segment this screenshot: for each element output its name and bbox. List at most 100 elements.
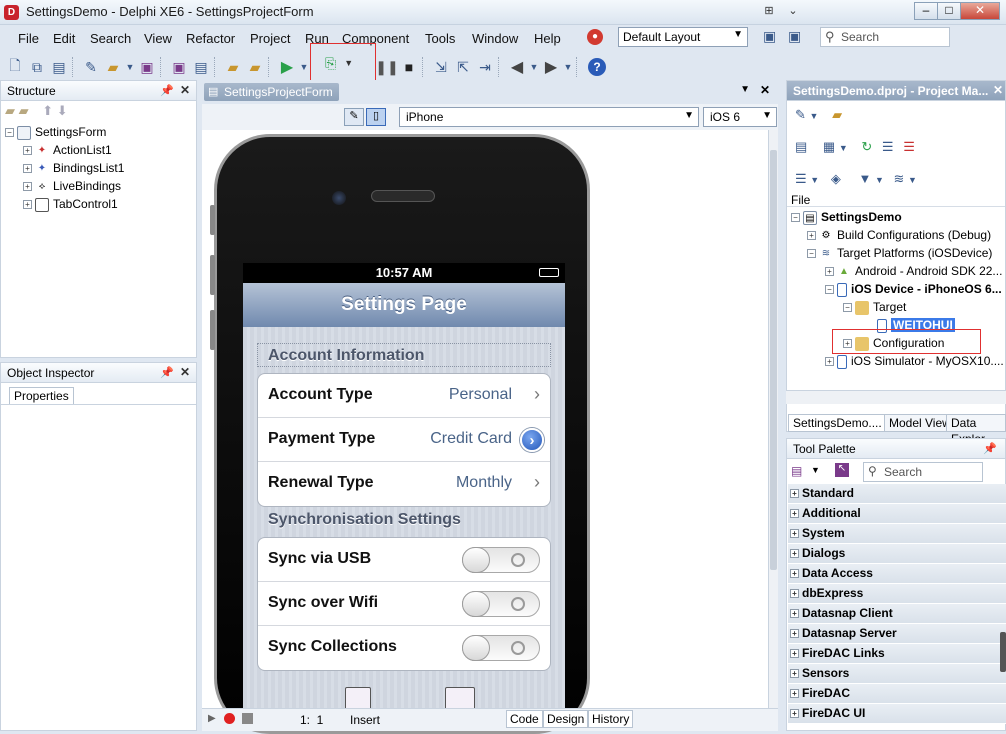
dependencies-icon[interactable]: ◈ bbox=[831, 171, 841, 186]
tree-item[interactable]: − iOS Device - iPhoneOS 6... bbox=[791, 280, 1005, 298]
palette-category[interactable]: + Datasnap Client bbox=[788, 604, 1006, 624]
set-layout-icon[interactable]: ▣ bbox=[788, 28, 808, 46]
palette-scroll-thumb[interactable] bbox=[1000, 632, 1006, 672]
menu-file[interactable]: File bbox=[18, 31, 39, 46]
tab-data-explorer[interactable]: Data Explor bbox=[946, 414, 1006, 446]
row-account-type[interactable]: Account Type Personal › bbox=[258, 374, 550, 418]
menu-view[interactable]: View bbox=[144, 31, 172, 46]
tree-item-root[interactable]: − SettingsForm bbox=[5, 123, 196, 141]
save-icon[interactable]: ▣ bbox=[136, 56, 158, 78]
menu-edit[interactable]: Edit bbox=[53, 31, 75, 46]
cursor-icon[interactable]: ↖ bbox=[835, 463, 849, 477]
layout-icon[interactable]: ● bbox=[587, 29, 603, 45]
tree-item[interactable]: + ⚙ Build Configurations (Debug) bbox=[791, 226, 1005, 244]
palette-category[interactable]: + Sensors bbox=[788, 664, 1006, 684]
expand-icon[interactable]: + bbox=[790, 549, 799, 559]
expand-all-icon[interactable]: ☰ bbox=[882, 139, 894, 154]
expand-icon[interactable]: + bbox=[790, 569, 799, 579]
scrollbar-thumb[interactable] bbox=[770, 150, 777, 570]
tab-history[interactable]: History bbox=[588, 710, 634, 728]
pin-icon[interactable]: 📌 bbox=[160, 84, 174, 97]
palette-category[interactable]: + Standard bbox=[788, 484, 1006, 504]
list-icon[interactable]: ☰ bbox=[795, 171, 807, 186]
collapse-icon[interactable]: − bbox=[825, 285, 834, 295]
maximize-button[interactable]: □ bbox=[937, 2, 961, 20]
device-view-icon[interactable]: ▯ bbox=[366, 108, 386, 126]
tab-settingsprojectform[interactable]: ▤ SettingsProjectForm bbox=[204, 83, 339, 101]
palette-category[interactable]: + FireDAC Links bbox=[788, 644, 1006, 664]
expand-icon[interactable]: + bbox=[825, 267, 834, 277]
collapse-icon[interactable]: − bbox=[843, 303, 852, 313]
expand-icon[interactable]: + bbox=[790, 489, 799, 499]
close-icon[interactable]: ✕ bbox=[180, 365, 190, 379]
collapse-icon[interactable]: − bbox=[807, 249, 816, 259]
os-select[interactable]: iOS 6 ▼ bbox=[703, 107, 777, 127]
chevron-down-icon[interactable]: ▼ bbox=[124, 56, 136, 78]
chevron-down-icon[interactable]: ▼ bbox=[908, 175, 917, 185]
expand-icon[interactable]: + bbox=[790, 529, 799, 539]
new-items-icon[interactable]: ✎ bbox=[80, 56, 102, 78]
tree-item[interactable]: − ≋ Target Platforms (iOSDevice) bbox=[791, 244, 1005, 262]
add-folder-icon[interactable]: ▰ bbox=[832, 107, 842, 122]
remove-from-project-icon[interactable]: ▰ bbox=[244, 56, 266, 78]
new-project-icon[interactable]: ✎ bbox=[795, 107, 806, 122]
sync-collections-switch[interactable] bbox=[462, 635, 540, 661]
form-icon[interactable]: ▣ bbox=[168, 56, 190, 78]
chevron-down-icon[interactable]: ▼ bbox=[810, 175, 819, 185]
menu-project[interactable]: Project bbox=[250, 31, 290, 46]
disclosure-button-icon[interactable]: › bbox=[520, 428, 544, 452]
back-icon[interactable]: ◀ bbox=[506, 56, 528, 78]
trace-into-icon[interactable]: ⇲ bbox=[430, 56, 452, 78]
palette-search-input[interactable]: ⚲ Search bbox=[863, 462, 983, 482]
expand-icon[interactable]: + bbox=[825, 357, 834, 367]
menu-tools[interactable]: Tools bbox=[425, 31, 455, 46]
tab-properties[interactable]: Properties bbox=[9, 387, 74, 404]
sync-usb-switch[interactable] bbox=[462, 547, 540, 573]
tree-item[interactable]: + ✦ BindingsList1 bbox=[5, 159, 196, 177]
folder-icon[interactable]: ▰ bbox=[5, 103, 15, 118]
palette-category[interactable]: + Dialogs bbox=[788, 544, 1006, 564]
stop-icon[interactable]: ■ bbox=[398, 56, 420, 78]
copy-file-icon[interactable]: ⧉ bbox=[26, 56, 48, 78]
tab-project[interactable]: SettingsDemo.... bbox=[788, 414, 887, 432]
chevron-down-icon[interactable]: ▼ bbox=[875, 175, 884, 185]
close-icon[interactable]: ✕ bbox=[760, 83, 770, 97]
tree-item[interactable]: + iOS Simulator - MyOSX10.... bbox=[791, 352, 1005, 370]
save-file-icon[interactable]: ▤ bbox=[48, 56, 70, 78]
horizontal-scrollbar[interactable] bbox=[786, 390, 1006, 404]
expand-icon[interactable]: + bbox=[790, 629, 799, 639]
chevron-down-icon[interactable]: ▼ bbox=[740, 84, 750, 95]
vertical-scrollbar[interactable] bbox=[768, 130, 778, 708]
run-icon[interactable]: ▶ bbox=[276, 56, 298, 78]
categories-icon[interactable]: ▤ bbox=[791, 464, 802, 478]
tree-item[interactable]: − Target bbox=[791, 298, 1005, 316]
expand-icon[interactable]: + bbox=[790, 509, 799, 519]
options-icon[interactable]: ▤ bbox=[795, 139, 807, 154]
collapse-all-icon[interactable]: ☰ bbox=[903, 139, 915, 154]
menu-help[interactable]: Help bbox=[534, 31, 561, 46]
expand-icon[interactable]: ⊞ bbox=[757, 2, 781, 20]
new-file-icon[interactable]: 🗋 bbox=[4, 56, 26, 78]
platforms-icon[interactable]: ≋ bbox=[894, 171, 905, 186]
collapse-icon[interactable]: − bbox=[5, 128, 14, 138]
layout-select[interactable]: Default Layout ▼ bbox=[618, 27, 748, 47]
expand-icon[interactable]: + bbox=[790, 649, 799, 659]
help-icon[interactable]: ? bbox=[588, 58, 606, 76]
tree-item[interactable]: + TabControl1 bbox=[5, 195, 196, 213]
expand-icon[interactable]: + bbox=[790, 609, 799, 619]
run-to-cursor-icon[interactable]: ⇥ bbox=[474, 56, 496, 78]
tree-item[interactable]: + ✦ ActionList1 bbox=[5, 141, 196, 159]
expand-icon[interactable]: + bbox=[790, 689, 799, 699]
tree-item[interactable]: + ⟡ LiveBindings bbox=[5, 177, 196, 195]
arrow-down-icon[interactable]: ⬇ bbox=[57, 103, 68, 118]
deploy-icon[interactable]: ⎘ ▼ bbox=[310, 43, 376, 83]
chevron-down-icon[interactable]: ▼ bbox=[839, 143, 848, 153]
expand-icon[interactable]: + bbox=[807, 231, 816, 241]
palette-category[interactable]: + Datasnap Server bbox=[788, 624, 1006, 644]
menu-window[interactable]: Window bbox=[472, 31, 518, 46]
menu-search[interactable]: Search bbox=[90, 31, 131, 46]
play-icon[interactable]: ▶ bbox=[208, 713, 216, 724]
device-select[interactable]: iPhone ▼ bbox=[399, 107, 699, 127]
palette-category[interactable]: + FireDAC bbox=[788, 684, 1006, 704]
step-over-icon[interactable]: ⇱ bbox=[452, 56, 474, 78]
